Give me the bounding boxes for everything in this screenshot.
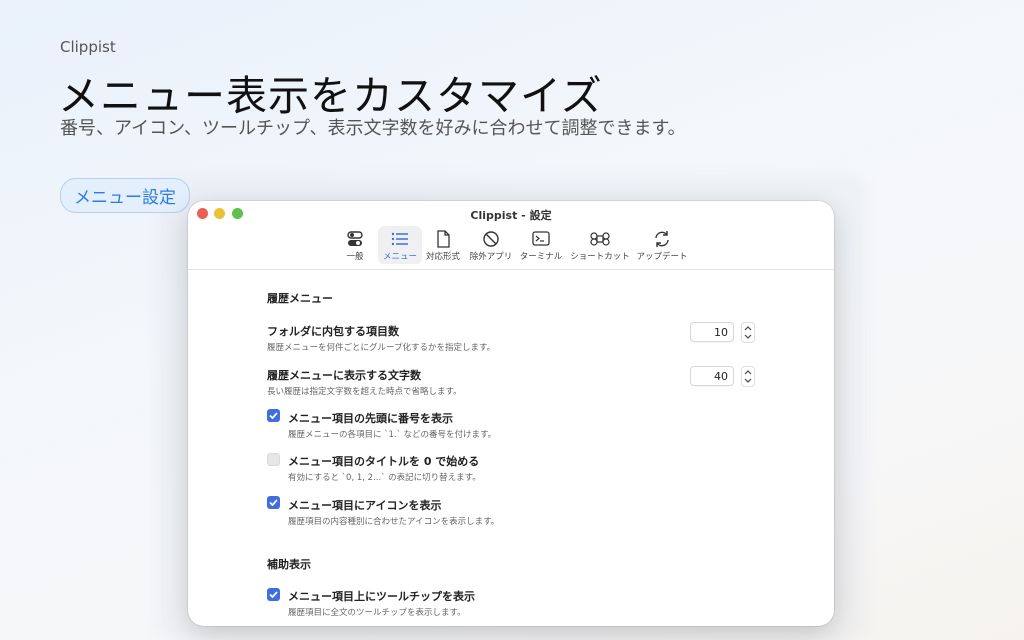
- tab-label: アップデート: [636, 252, 688, 262]
- tab-label: 除外アプリ: [469, 252, 513, 262]
- prohibited-icon: [483, 231, 499, 247]
- settings-toolbar: 一般 メニュー 対応形式 除外アプリ ターミナル ショートカット アップデート: [188, 225, 834, 270]
- folder-count-input[interactable]: 10: [690, 322, 734, 342]
- checkmark-icon: [269, 591, 278, 599]
- tooltip-checkbox[interactable]: [267, 588, 280, 601]
- app-name: Clippist: [60, 38, 116, 56]
- feature-chip: メニュー設定: [60, 178, 190, 213]
- tab-label: 一般: [346, 252, 364, 262]
- tab-label: ショートカット: [570, 252, 630, 262]
- tooltip-desc: 履歴項目に全文のツールチップを表示します。: [288, 608, 466, 618]
- menu-settings-pane: 履歴メニュー フォルダに内包する項目数 履歴メニューを何件ごとにグループ化するか…: [188, 270, 834, 626]
- refresh-icon: [655, 231, 669, 247]
- tooltip-label: メニュー項目上にツールチップを表示: [288, 590, 475, 603]
- document-icon: [437, 230, 450, 248]
- command-icon: [590, 232, 610, 246]
- display-chars-input[interactable]: 40: [690, 366, 734, 386]
- show-icon-label: メニュー項目にアイコンを表示: [288, 499, 442, 512]
- show-icon-checkbox[interactable]: [267, 496, 280, 509]
- tab-excluded-apps[interactable]: 除外アプリ: [468, 226, 514, 264]
- tab-formats[interactable]: 対応形式: [424, 226, 462, 264]
- checkmark-icon: [269, 412, 278, 420]
- display-chars-stepper[interactable]: [741, 366, 755, 387]
- show-icon-desc: 履歴項目の内容種別に合わせたアイコンを表示します。: [288, 517, 500, 527]
- tab-menu[interactable]: メニュー: [378, 226, 422, 264]
- section-header-history: 履歴メニュー: [267, 292, 333, 305]
- hero-subtitle: 番号、アイコン、ツールチップ、表示文字数を好みに合わせて調整できます。: [60, 118, 686, 139]
- window-title: Clippist - 設定: [470, 209, 552, 222]
- show-number-label: メニュー項目の先頭に番号を表示: [288, 412, 453, 425]
- tab-terminal[interactable]: ターミナル: [518, 226, 564, 264]
- tab-label: メニュー: [382, 252, 417, 262]
- terminal-icon: [532, 231, 550, 246]
- display-chars-label: 履歴メニューに表示する文字数: [267, 369, 421, 382]
- checkmark-icon: [269, 499, 278, 507]
- stepper-arrows-icon: [744, 326, 752, 339]
- folder-count-desc: 履歴メニューを何件ごとにグループ化するかを指定します。: [267, 343, 496, 353]
- toggles-icon: [347, 231, 363, 246]
- tab-label: 対応形式: [425, 252, 460, 262]
- hero-title: メニュー表示をカスタマイズ: [58, 72, 603, 120]
- tab-updates[interactable]: アップデート: [636, 226, 688, 264]
- tab-general[interactable]: 一般: [338, 226, 372, 264]
- show-number-checkbox[interactable]: [267, 409, 280, 422]
- settings-window: Clippist - 設定 一般 メニュー 対応形式 除外アプリ ターミナル シ…: [188, 201, 834, 626]
- show-number-desc: 履歴メニューの各項目に `1.` などの番号を付けます。: [288, 430, 497, 440]
- tab-label: ターミナル: [519, 252, 563, 262]
- stepper-arrows-icon: [744, 370, 752, 383]
- start-zero-checkbox[interactable]: [267, 453, 280, 466]
- display-chars-desc: 長い履歴は指定文字数を超えた時点で省略します。: [267, 387, 462, 397]
- tab-shortcuts[interactable]: ショートカット: [570, 226, 630, 264]
- folder-count-label: フォルダに内包する項目数: [267, 325, 399, 338]
- folder-count-stepper[interactable]: [741, 322, 755, 343]
- start-zero-label: メニュー項目のタイトルを 0 で始める: [288, 455, 480, 468]
- start-zero-desc: 有効にすると `0, 1, 2...` の表記に切り替えます。: [288, 473, 481, 483]
- title-bar: Clippist - 設定: [188, 201, 834, 225]
- list-icon: [391, 232, 408, 246]
- section-header-aux: 補助表示: [267, 558, 311, 571]
